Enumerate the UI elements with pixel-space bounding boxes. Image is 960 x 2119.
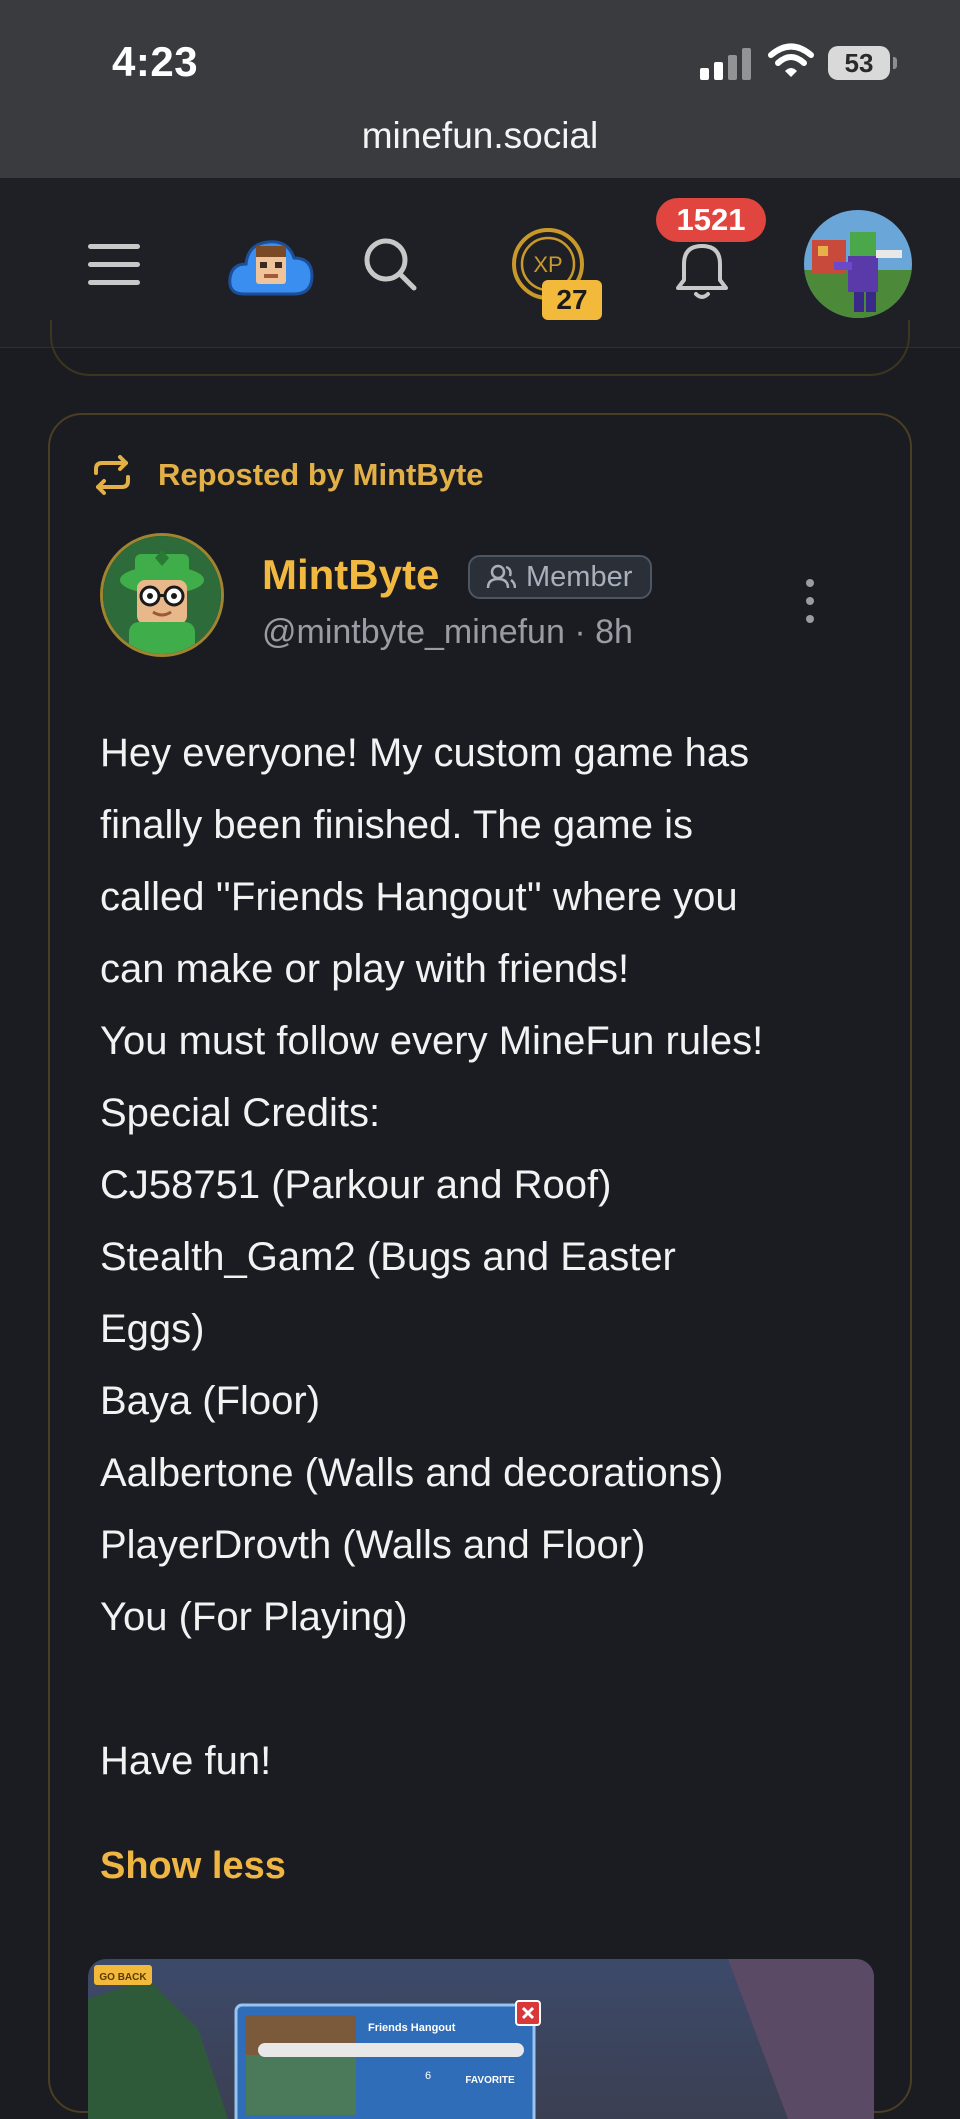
post-text-line: You must follow every MineFun rules! — [100, 1019, 764, 1063]
url-text[interactable]: minefun.social — [0, 100, 960, 172]
status-time: 4:23 — [112, 38, 199, 85]
author-avatar-image — [103, 536, 221, 654]
user-avatar-image — [804, 210, 912, 318]
member-role-badge: Member — [468, 555, 653, 599]
show-less-button[interactable]: Show less — [100, 1845, 286, 1888]
game-screenshot: GO BACK Friends Hangout 6 FAVORITE — [88, 1959, 874, 2119]
more-options-icon[interactable] — [802, 579, 818, 623]
post-media-image[interactable]: GO BACK Friends Hangout 6 FAVORITE — [88, 1959, 874, 2119]
status-bar: 4:23 53 — [0, 0, 960, 100]
post-text-line: Hey everyone! My custom game has — [100, 731, 750, 775]
post-text-line: finally been finished. The game is — [100, 803, 693, 847]
minefun-cloud-logo-icon[interactable] — [226, 228, 316, 302]
battery-indicator: 53 — [828, 46, 897, 80]
previous-post-card-edge — [50, 320, 910, 376]
notification-count-badge: 1521 — [656, 198, 766, 242]
post-text-line: Eggs) — [100, 1307, 205, 1351]
game-title: Friends Hangout — [368, 2022, 456, 2034]
post-text-line: Have fun! — [100, 1739, 272, 1783]
post-text-line: can make or play with friends! — [100, 947, 630, 991]
favorite-label: FAVORITE — [465, 2075, 515, 2086]
post-text-line: PlayerDrovth (Walls and Floor) — [100, 1523, 646, 1567]
author-handle: @mintbyte_minefun · 8h — [262, 613, 633, 651]
xp-level-badge: 27 — [542, 280, 602, 320]
xp-icon-label: XP — [533, 252, 562, 277]
repost-icon — [94, 455, 130, 495]
post-text-line: Baya (Floor) — [100, 1379, 321, 1423]
hamburger-menu-icon[interactable] — [88, 244, 140, 286]
game-like-count: 6 — [425, 2070, 431, 2082]
author-avatar[interactable] — [100, 533, 224, 657]
post-card: Reposted by MintByte MintByte Member @mi… — [48, 413, 912, 2119]
post-text-line: Aalbertone (Walls and decorations) — [100, 1451, 724, 1495]
go-back-label: GO BACK — [99, 1972, 147, 1983]
author-name[interactable]: MintByte — [262, 551, 439, 599]
post-text-line: Special Credits: — [100, 1091, 381, 1135]
post-text-line: You (For Playing) — [100, 1595, 408, 1639]
post-text-line: called ''Friends Hangout'' where you — [100, 875, 738, 919]
repost-header: Reposted by MintByte — [90, 451, 484, 499]
member-role-label: Member — [526, 560, 633, 593]
search-icon[interactable] — [362, 236, 418, 292]
wifi-icon — [768, 43, 814, 77]
browser-url-bar[interactable]: minefun.social — [0, 100, 960, 178]
post-text-line: Stealth_Gam2 (Bugs and Easter — [100, 1235, 676, 1279]
post-text-blank-line — [100, 1653, 890, 1725]
signal-icon — [700, 48, 752, 80]
bell-icon[interactable] — [672, 234, 732, 304]
post-text-line: CJ58751 (Parkour and Roof) — [100, 1163, 612, 1207]
user-avatar[interactable] — [804, 210, 912, 318]
post-body: Hey everyone! My custom game has finally… — [100, 717, 890, 1797]
member-icon — [486, 564, 516, 589]
repost-label[interactable]: Reposted by MintByte — [158, 457, 484, 493]
